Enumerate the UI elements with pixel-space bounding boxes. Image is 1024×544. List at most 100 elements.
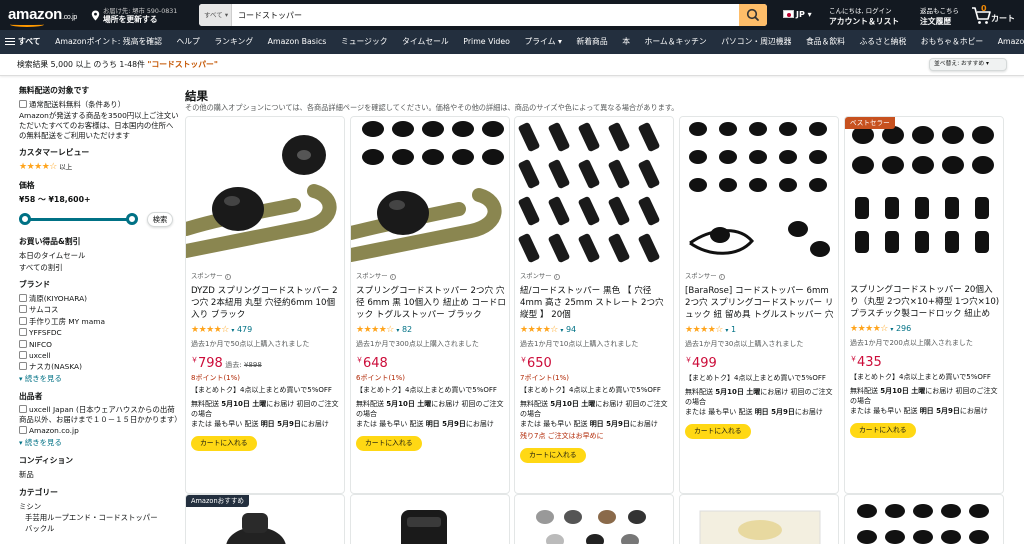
nav-item-music[interactable]: ミュージック	[335, 30, 394, 54]
product-image[interactable]	[680, 117, 838, 267]
brand-option[interactable]: YFFSFDC	[19, 327, 179, 338]
product-price[interactable]: ￥435	[850, 354, 1000, 370]
language-selector[interactable]: JP ▾	[783, 10, 812, 19]
brand-option[interactable]: 手作り工房 MY mama	[19, 316, 179, 327]
product-title[interactable]: スプリングコードストッパー 20個入り（丸型 2つ穴×10+樽型 1つ穴×10)…	[850, 284, 1000, 320]
product-rating[interactable]: ★★★★☆ ▾ 296	[850, 324, 1000, 334]
price-max-handle[interactable]	[126, 213, 138, 226]
product-card[interactable]	[514, 494, 674, 544]
nav-item-prime-video[interactable]: Prime Video	[457, 30, 516, 54]
checkbox[interactable]	[19, 405, 27, 414]
price-go-button[interactable]: 検索	[147, 212, 173, 228]
product-title[interactable]: [BaraRose] コードストッパー 6mm 2つ穴 スプリングコードストッパ…	[685, 285, 835, 321]
product-price[interactable]: ￥648	[356, 355, 506, 371]
add-to-cart-button[interactable]: カートに入れる	[191, 435, 257, 451]
category-link[interactable]: 手芸用ループエンド・コードストッパー	[19, 512, 179, 523]
product-image[interactable]	[845, 117, 1003, 267]
amazon-logo[interactable]: amazon.co.jp	[8, 6, 77, 27]
product-title[interactable]: 紐/コードストッパー 黒色 【 穴径 4mm 高さ 25mm ストレート 2つ穴…	[520, 285, 670, 321]
nav-all-menu[interactable]: すべて	[0, 30, 47, 54]
checkbox[interactable]	[19, 339, 27, 348]
nav-item-points[interactable]: Amazonポイント: 残高を確認	[49, 30, 168, 54]
product-price[interactable]: ￥798 過去: ¥898	[191, 355, 341, 371]
product-card[interactable]	[679, 494, 839, 544]
product-card[interactable]	[350, 494, 510, 544]
returns-orders[interactable]: 返品もこちら 注文履歴	[920, 5, 959, 27]
search-input[interactable]	[233, 4, 738, 26]
nav-item-amazon-basics[interactable]: Amazon Basics	[262, 30, 333, 54]
nav-item-ranking[interactable]: ランキング	[208, 30, 259, 54]
free-ship-option[interactable]: 通常配送料無料（条件あり）	[19, 99, 179, 110]
checkbox[interactable]	[19, 305, 27, 314]
product-price[interactable]: ￥650	[520, 355, 670, 371]
product-rating[interactable]: ★★★★☆ ▾ 82	[356, 325, 506, 335]
nav-item-help[interactable]: ヘルプ	[170, 30, 205, 54]
product-price[interactable]: ￥499	[685, 355, 835, 371]
nav-item-prime[interactable]: プライム ▾	[518, 30, 567, 54]
brand-option[interactable]: uxcell	[19, 350, 179, 361]
review-count[interactable]: 479	[237, 325, 252, 334]
brand-option[interactable]: サムコス	[19, 304, 179, 315]
info-icon[interactable]: i	[718, 274, 725, 280]
cart-button[interactable]: 0 カート	[971, 4, 1021, 26]
checkbox[interactable]	[19, 362, 27, 371]
sort-dropdown[interactable]: 並べ替え: おすすめ ▾	[929, 58, 1007, 71]
brand-see-more[interactable]: ▾ 続きを見る	[19, 373, 179, 385]
add-to-cart-button[interactable]: カートに入れる	[356, 435, 422, 451]
brand-option[interactable]: ナスカ(NASKA)	[19, 361, 179, 372]
checkbox[interactable]	[19, 328, 27, 337]
add-to-cart-button[interactable]: カートに入れる	[850, 422, 916, 438]
category-link[interactable]: ミシン	[19, 501, 179, 512]
nav-item-furusato[interactable]: ふるさと納税	[853, 30, 912, 54]
review-count[interactable]: 296	[896, 324, 911, 333]
review-count[interactable]: 94	[566, 325, 576, 334]
nav-item-food[interactable]: 食品＆飲料	[800, 30, 851, 54]
product-title[interactable]: DYZD スプリングコードストッパー 2つ穴 2本紐用 丸型 穴径約6mm 10…	[191, 285, 341, 321]
brand-option[interactable]: NIFCO	[19, 339, 179, 350]
product-card[interactable]: Amazonおすすめ	[185, 494, 345, 544]
nav-item-toys[interactable]: おもちゃ＆ホビー	[915, 30, 989, 54]
info-icon[interactable]: i	[389, 274, 396, 280]
nav-item-books[interactable]: 本	[616, 30, 636, 54]
checkbox[interactable]	[19, 351, 27, 360]
seller-option[interactable]: Amazon.co.jp	[19, 425, 179, 436]
product-card[interactable]: ベストセラー スプリングコードストッパー 20個入り（丸型 2つ穴×10+樽型 1…	[844, 116, 1004, 494]
nav-item-pc[interactable]: パソコン・周辺機器	[715, 30, 797, 54]
seller-option[interactable]: uxcell Japan (日本ウェアハウスからの出荷商品以外、お届けまで１０－…	[19, 405, 182, 425]
delivery-location[interactable]: お届け先: 堺市 590-0831 場所を更新する	[91, 5, 186, 25]
account-menu[interactable]: こんにちは, ログイン アカウント＆リスト	[829, 5, 899, 27]
category-link[interactable]: バックル	[19, 523, 179, 534]
review-count[interactable]: 82	[402, 325, 412, 334]
deal-today[interactable]: 本日のタイムセール	[19, 250, 179, 261]
review-count[interactable]: 1	[731, 325, 736, 334]
nav-item-new[interactable]: 新着商品	[570, 30, 613, 54]
review-filter-4-up[interactable]: ★★★★☆ 以上	[19, 161, 179, 173]
seller-see-more[interactable]: ▾ 続きを見る	[19, 437, 179, 449]
info-icon[interactable]: i	[553, 274, 560, 280]
add-to-cart-button[interactable]: カートに入れる	[520, 447, 586, 463]
price-min-handle[interactable]	[19, 213, 31, 226]
product-card[interactable]	[844, 494, 1004, 544]
search-button[interactable]	[739, 4, 767, 26]
product-image[interactable]	[186, 117, 344, 267]
checkbox[interactable]	[19, 426, 27, 435]
product-card[interactable]: スポンサー i スプリングコードストッパー 2つ穴 穴径 6mm 黒 10個入り …	[350, 116, 510, 494]
condition-new[interactable]: 新品	[19, 469, 179, 480]
product-card[interactable]: スポンサー i DYZD スプリングコードストッパー 2つ穴 2本紐用 丸型 穴径…	[185, 116, 345, 494]
search-category-select[interactable]: すべて ▾	[199, 4, 232, 26]
brand-option[interactable]: 清原(KIYOHARA)	[19, 293, 179, 304]
deal-all[interactable]: すべての割引	[19, 262, 179, 273]
add-to-cart-button[interactable]: カートに入れる	[685, 423, 751, 439]
checkbox[interactable]	[19, 100, 27, 108]
product-rating[interactable]: ★★★★☆ ▾ 94	[520, 325, 670, 335]
checkbox[interactable]	[19, 294, 27, 303]
nav-item-timesale[interactable]: タイムセール	[396, 30, 455, 54]
product-image[interactable]	[515, 117, 673, 267]
nav-item-home-kitchen[interactable]: ホーム＆キッチン	[639, 30, 713, 54]
product-rating[interactable]: ★★★★☆ ▾ 1	[685, 325, 835, 335]
product-card[interactable]: スポンサー i [BaraRose] コードストッパー 6mm 2つ穴 スプリング…	[679, 116, 839, 494]
product-rating[interactable]: ★★★★☆ ▾ 479	[191, 325, 341, 335]
info-icon[interactable]: i	[224, 274, 231, 280]
nav-item-fashion[interactable]: Amazonファッション	[992, 30, 1024, 54]
product-card[interactable]: スポンサー i 紐/コードストッパー 黒色 【 穴径 4mm 高さ 25mm スト…	[514, 116, 674, 494]
